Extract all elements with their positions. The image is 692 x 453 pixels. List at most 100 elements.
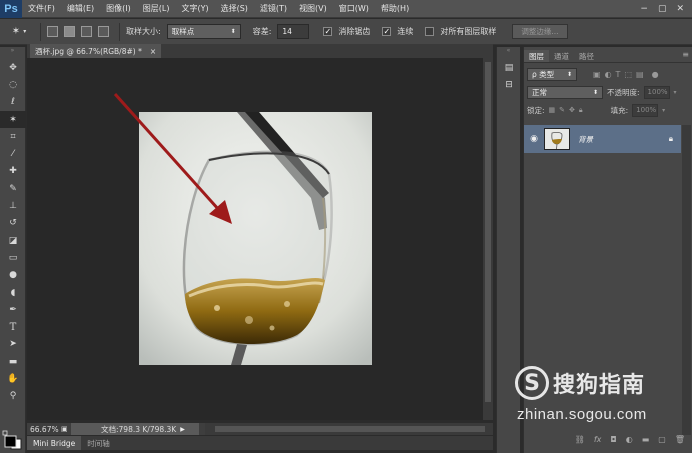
filter-toggle-icon[interactable]: ●	[652, 70, 659, 79]
tools-panel: » ✥ ◌ ℓ ✶ ⌗ ⁄ ✚ ✎ ⊥ ↺ ◪ ▭ ● ◖ ✒ T ➤ ▬ ✋ …	[0, 47, 26, 453]
history-panel-icon[interactable]: ▤	[497, 59, 521, 76]
lock-image-icon[interactable]: ✎	[559, 106, 565, 114]
panel-menu-icon[interactable]: ≡	[682, 50, 692, 62]
adjustment-layer-icon[interactable]: ◐	[626, 435, 633, 449]
magic-wand-tool-icon[interactable]: ✶	[0, 110, 26, 129]
filter-type-icon[interactable]: T	[616, 70, 621, 79]
horizontal-scrollbar[interactable]	[205, 423, 493, 435]
tab-mini-bridge[interactable]: Mini Bridge	[27, 436, 82, 450]
menu-filter[interactable]: 滤镜(T)	[254, 3, 293, 14]
chevron-down-icon[interactable]: ▾	[662, 107, 665, 114]
sample-size-value: 取样点	[171, 27, 195, 36]
opacity-input[interactable]: 100%	[643, 85, 670, 99]
anti-alias-checkbox[interactable]: ✓	[323, 27, 333, 36]
sample-size-select[interactable]: 取样点 ⬍	[166, 24, 241, 39]
move-tool-icon[interactable]: ✥	[0, 59, 26, 76]
menu-file[interactable]: 文件(F)	[22, 3, 61, 14]
contiguous-checkbox[interactable]: ✓	[382, 27, 392, 36]
subtract-selection-mode-icon[interactable]	[81, 26, 92, 37]
zoom-tool-icon[interactable]: ⚲	[0, 388, 26, 405]
restore-button[interactable]: ▢	[658, 4, 667, 14]
menu-help[interactable]: 帮助(H)	[375, 3, 415, 14]
layer-filter-value: ρ 类型	[532, 69, 555, 79]
path-selection-tool-icon[interactable]: ➤	[0, 336, 26, 353]
lock-transparent-icon[interactable]: ▦	[549, 106, 556, 114]
type-tool-icon[interactable]: T	[0, 318, 26, 335]
add-mask-icon[interactable]: ◘	[610, 435, 616, 449]
link-layers-icon[interactable]: ⛓	[575, 435, 585, 449]
intersect-selection-mode-icon[interactable]	[98, 26, 109, 37]
history-brush-tool-icon[interactable]: ↺	[0, 215, 26, 232]
lock-all-icon[interactable]: 🔒︎	[579, 106, 583, 115]
tab-paths[interactable]: 路径	[574, 50, 599, 62]
status-icon[interactable]: ▣	[61, 425, 71, 433]
new-selection-mode-icon[interactable]	[47, 26, 58, 37]
dodge-tool-icon[interactable]: ◖	[0, 284, 26, 301]
layers-panel-footer: ⛓ fx ◘ ◐ ▬ ▢ 🗑︎	[524, 435, 692, 449]
delete-layer-icon[interactable]: 🗑︎	[675, 435, 685, 449]
filter-smart-object-icon[interactable]: ▤	[636, 70, 644, 79]
new-group-icon[interactable]: ▬	[642, 435, 650, 449]
marquee-tool-icon[interactable]: ◌	[0, 76, 26, 93]
vertical-scrollbar[interactable]	[483, 58, 493, 420]
eyedropper-tool-icon[interactable]: ⁄	[0, 145, 26, 162]
status-menu-arrow-icon[interactable]: ▶	[180, 426, 185, 433]
tab-channels[interactable]: 通道	[549, 50, 574, 62]
magic-wand-icon: ✶	[11, 26, 21, 37]
new-layer-icon[interactable]: ▢	[658, 435, 666, 449]
shape-tool-icon[interactable]: ▬	[0, 353, 26, 370]
filter-adjustment-icon[interactable]: ◐	[605, 70, 612, 79]
layer-name: 背景	[578, 134, 593, 144]
menu-layer[interactable]: 图层(L)	[137, 3, 176, 14]
canvas-area[interactable]	[27, 58, 483, 420]
eraser-tool-icon[interactable]: ◪	[0, 232, 26, 249]
brush-tool-icon[interactable]: ✎	[0, 180, 26, 197]
scroll-thumb[interactable]	[215, 426, 485, 432]
layer-row-background[interactable]: ◉ 背景 🔒︎	[524, 125, 681, 153]
crop-tool-icon[interactable]: ⌗	[0, 128, 26, 145]
layer-style-icon[interactable]: fx	[594, 435, 602, 449]
visibility-eye-icon[interactable]: ◉	[524, 134, 544, 144]
refine-edge-button[interactable]: 调整边缘...	[512, 24, 568, 39]
chevron-down-icon[interactable]: ▾	[674, 89, 677, 96]
close-button[interactable]: ✕	[676, 4, 684, 14]
pen-tool-icon[interactable]: ✒	[0, 301, 26, 318]
tool-preset-picker[interactable]: ✶ ▾	[4, 23, 34, 41]
tab-close-icon[interactable]: ×	[150, 47, 156, 56]
panel-collapse-icon[interactable]: »	[0, 47, 25, 59]
zoom-level[interactable]: 66.67%	[27, 425, 61, 434]
hand-tool-icon[interactable]: ✋	[0, 370, 26, 387]
properties-panel-icon[interactable]: ⊟	[497, 76, 521, 93]
lock-position-icon[interactable]: ✥	[569, 106, 575, 114]
tab-layers[interactable]: 图层	[524, 50, 549, 62]
blend-mode-select[interactable]: 正常 ⬍	[527, 85, 603, 99]
menu-image[interactable]: 图像(I)	[100, 3, 137, 14]
gradient-tool-icon[interactable]: ▭	[0, 249, 26, 266]
healing-brush-tool-icon[interactable]: ✚	[0, 163, 26, 180]
sample-all-layers-checkbox[interactable]	[425, 27, 435, 36]
document-tab[interactable]: 酒杯.jpg @ 66.7%(RGB/8#) * ×	[30, 44, 162, 58]
menu-edit[interactable]: 编辑(E)	[61, 3, 100, 14]
clone-stamp-tool-icon[interactable]: ⊥	[0, 197, 26, 214]
foreground-background-color-icon[interactable]	[2, 430, 22, 450]
menu-type[interactable]: 文字(Y)	[175, 3, 214, 14]
options-bar: ✶ ▾ 取样大小: 取样点 ⬍ 容差: 14 ✓ 消除锯齿 ✓ 连续 对所有图层取…	[0, 19, 692, 45]
fill-input[interactable]: 100%	[632, 103, 659, 117]
minimize-button[interactable]: −	[640, 4, 648, 14]
blend-opacity-row: 正常 ⬍ 不透明度: 100% ▾	[527, 85, 689, 99]
menu-view[interactable]: 视图(V)	[293, 3, 333, 14]
scroll-thumb[interactable]	[485, 62, 491, 402]
tolerance-input[interactable]: 14	[277, 24, 310, 39]
add-to-selection-mode-icon[interactable]	[64, 26, 75, 37]
lasso-tool-icon[interactable]: ℓ	[0, 94, 26, 111]
filter-pixel-icon[interactable]: ▣	[593, 70, 601, 79]
menu-select[interactable]: 选择(S)	[215, 3, 254, 14]
document-canvas[interactable]	[27, 58, 483, 420]
menu-window[interactable]: 窗口(W)	[333, 3, 375, 14]
tab-timeline[interactable]: 时间轴	[81, 436, 116, 450]
filter-shape-icon[interactable]: ⬚	[624, 70, 632, 79]
blur-tool-icon[interactable]: ●	[0, 267, 26, 284]
anti-alias-label: 消除锯齿	[338, 27, 371, 36]
panel-collapse-icon[interactable]: «	[497, 47, 520, 59]
layer-filter-select[interactable]: ρ 类型 ⬍	[527, 67, 577, 81]
